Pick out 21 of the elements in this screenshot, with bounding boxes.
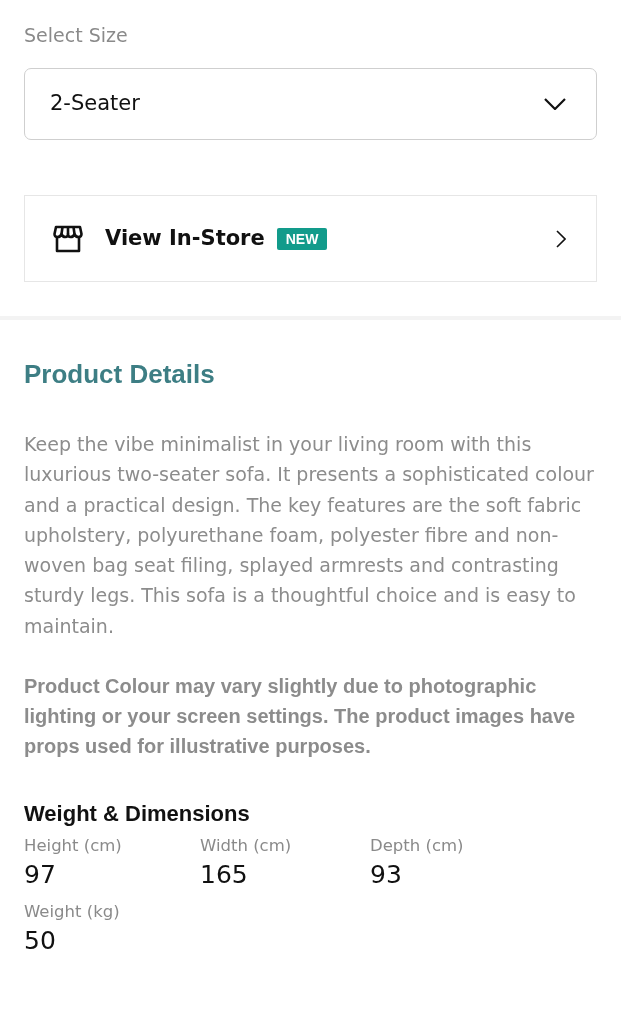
spec-label: Height (cm) [24,835,123,858]
spec-value: 50 [24,925,57,958]
spec-label: Depth (cm) [370,835,465,858]
product-description: Keep the vibe minimalist in your living room with this luxurious two-seater sofa. It presents a sophisticated colour and a practical design. The key features are the soft fabric upholstery, polyurethane foam, polyester fibre and non-woven bag seat filing, splayed armrests and contrasting sturdy legs. This sofa is a thoughtful choice and is easy to maintain. [24,432,595,639]
select-size-label: Select Size [24,23,129,48]
chevron-right-icon [556,229,566,248]
spec-value: 165 [200,859,249,892]
spec-value: 93 [370,859,403,892]
spec-label: Width (cm) [200,835,293,858]
size-dropdown[interactable]: 2-Seater [24,68,597,140]
spec-value: 97 [24,859,57,892]
view-in-store-button[interactable]: View In-Store NEW [24,195,597,282]
view-in-store-label: View In-Store [105,224,265,252]
product-details-heading: Product Details [24,358,216,390]
size-dropdown-value: 2-Seater [50,90,140,118]
storefront-icon [53,224,83,253]
spec-label: Weight (kg) [24,901,121,924]
colour-disclaimer: Product Colour may vary slightly due to photographic lighting or your screen settings. The product images have props used for illustrative purposes. [24,674,577,760]
new-badge: NEW [276,227,328,250]
chevron-down-icon [544,98,566,110]
weight-dimensions-heading: Weight & Dimensions [24,800,251,829]
